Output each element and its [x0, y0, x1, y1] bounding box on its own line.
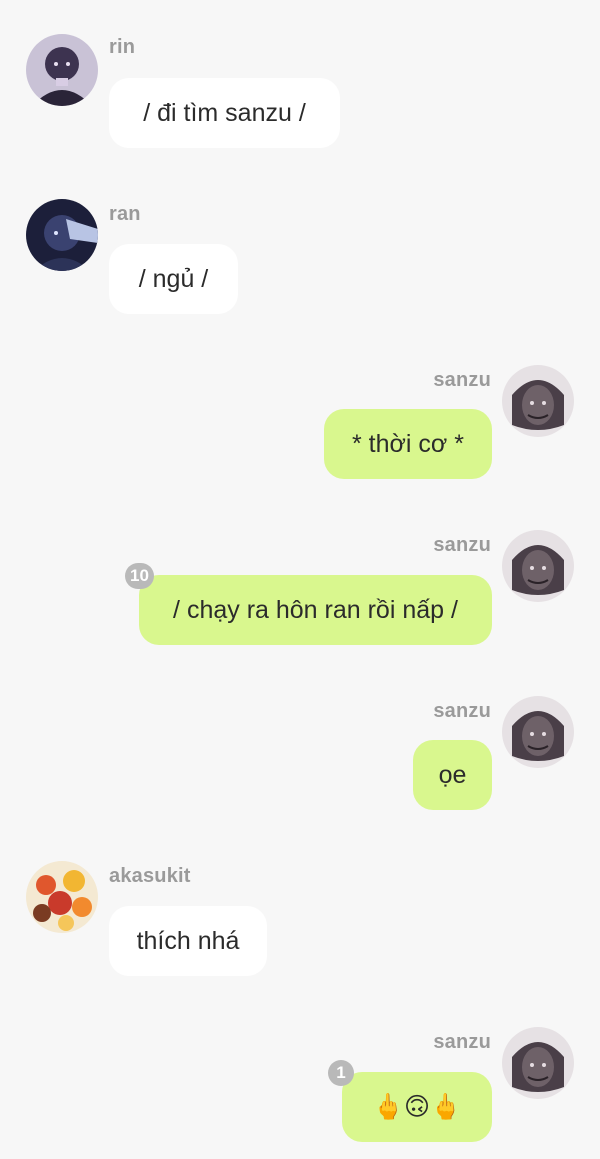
sender-name: sanzu — [433, 1031, 491, 1053]
message-bubble[interactable]: thích nhá — [109, 906, 267, 976]
avatar-sanzu[interactable] — [502, 696, 574, 768]
sender-name: ran — [109, 203, 141, 225]
sender-name: akasukit — [109, 865, 191, 887]
sender-name: rin — [109, 36, 136, 58]
message-bubble[interactable]: 🖕🙃🖕 — [342, 1072, 492, 1142]
message-bubble[interactable]: / ngủ / — [109, 244, 238, 314]
avatar-rin[interactable] — [26, 34, 98, 106]
avatar-ran[interactable] — [26, 199, 98, 271]
avatar-sanzu[interactable] — [502, 1027, 574, 1099]
reaction-count-badge[interactable]: 10 — [125, 563, 154, 589]
sender-name: sanzu — [433, 369, 491, 391]
avatar-sanzu[interactable] — [502, 365, 574, 437]
avatar-akasukit[interactable] — [26, 861, 98, 933]
emoji-message: 🖕🙃🖕 — [372, 1093, 462, 1121]
sender-name: sanzu — [433, 534, 491, 556]
message-bubble[interactable]: / chạy ra hôn ran rồi nấp / — [139, 575, 492, 645]
message-bubble[interactable]: ọe — [413, 740, 492, 810]
reaction-count-badge[interactable]: 1 — [328, 1060, 354, 1086]
message-bubble[interactable]: / đi tìm sanzu / — [109, 78, 340, 148]
message-bubble[interactable]: * thời cơ * — [324, 409, 492, 479]
sender-name: sanzu — [433, 700, 491, 722]
avatar-sanzu[interactable] — [502, 530, 574, 602]
